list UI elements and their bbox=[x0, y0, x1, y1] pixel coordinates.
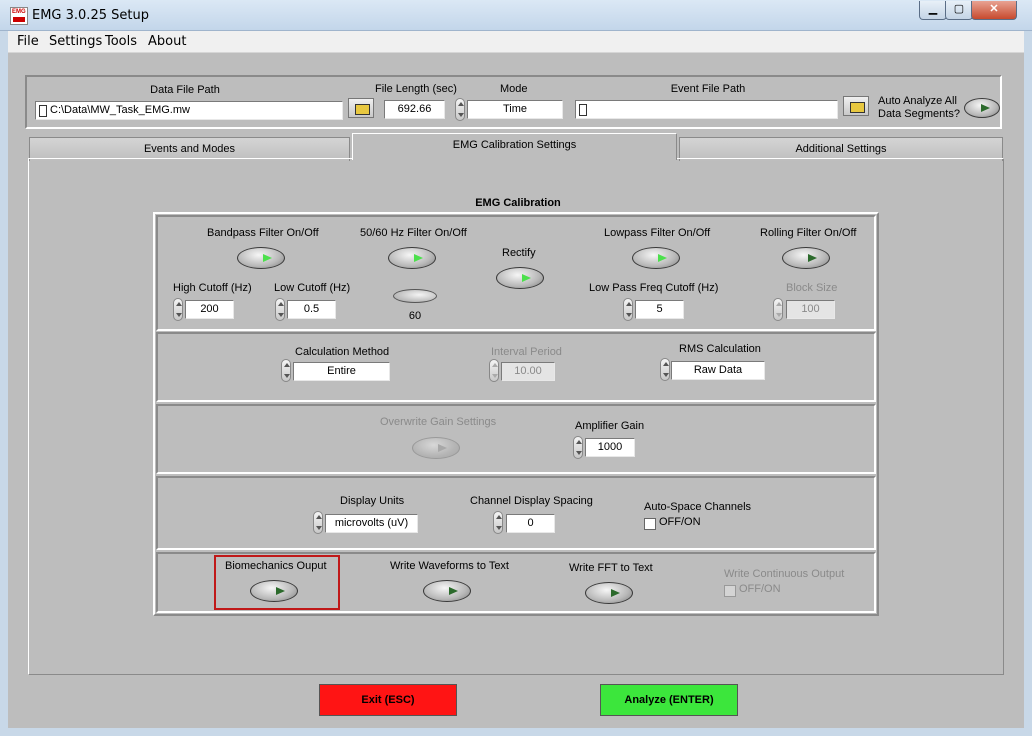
mode-spinner[interactable] bbox=[455, 98, 465, 121]
block-size-input: 100 bbox=[786, 300, 835, 319]
title-bar: EMG EMG 3.0.25 Setup ▁ ▢ ✕ bbox=[0, 0, 1032, 31]
browse-event-file-folder-icon[interactable] bbox=[843, 96, 869, 116]
event-file-label: Event File Path bbox=[670, 83, 746, 95]
biomechanics-output-label: Biomechanics Ouput bbox=[225, 560, 327, 572]
calc-method-field[interactable]: Entire bbox=[293, 362, 390, 381]
auto-space-checkbox[interactable] bbox=[644, 518, 656, 530]
data-file-path-input[interactable]: C:\Data\MW_Task_EMG.mw bbox=[35, 101, 343, 120]
file-length-label: File Length (sec) bbox=[375, 83, 457, 95]
notch-filter-label: 50/60 Hz Filter On/Off bbox=[360, 227, 467, 239]
overwrite-gain-toggle bbox=[412, 437, 460, 459]
calc-method-label: Calculation Method bbox=[295, 346, 390, 358]
notch-filter-toggle[interactable] bbox=[388, 247, 436, 269]
menu-file[interactable]: File bbox=[17, 34, 39, 49]
interval-period-spinner bbox=[489, 359, 499, 382]
menu-tools[interactable]: Tools bbox=[105, 34, 137, 49]
channel-spacing-label: Channel Display Spacing bbox=[470, 495, 593, 507]
file-length-field: 692.66 bbox=[384, 100, 445, 119]
low-cutoff-input[interactable]: 0.5 bbox=[287, 300, 336, 319]
high-cutoff-input[interactable]: 200 bbox=[185, 300, 234, 319]
interval-period-label: Interval Period bbox=[491, 346, 562, 358]
bandpass-label: Bandpass Filter On/Off bbox=[207, 227, 319, 239]
notch-frequency-switch[interactable] bbox=[393, 289, 437, 303]
overwrite-gain-label: Overwrite Gain Settings bbox=[380, 416, 497, 428]
display-units-field[interactable]: microvolts (uV) bbox=[325, 514, 418, 533]
bandpass-toggle[interactable] bbox=[237, 247, 285, 269]
display-units-label: Display Units bbox=[340, 495, 405, 507]
write-continuous-label: Write Continuous Output bbox=[724, 568, 845, 580]
channel-spacing-spinner[interactable] bbox=[493, 511, 503, 534]
notch-frequency-value: 60 bbox=[408, 310, 422, 322]
auto-space-checkbox-label: OFF/ON bbox=[659, 516, 701, 528]
menu-settings[interactable]: Settings bbox=[49, 34, 102, 49]
path-icon bbox=[579, 104, 587, 116]
low-cutoff-spinner[interactable] bbox=[275, 298, 285, 321]
low-cutoff-label: Low Cutoff (Hz) bbox=[274, 282, 351, 294]
rectify-toggle[interactable] bbox=[496, 267, 544, 289]
mode-field[interactable]: Time bbox=[467, 100, 563, 119]
maximize-button[interactable]: ▢ bbox=[945, 1, 973, 20]
rolling-filter-label: Rolling Filter On/Off bbox=[760, 227, 857, 239]
auto-analyze-toggle[interactable] bbox=[964, 98, 1000, 118]
rms-calculation-field[interactable]: Raw Data bbox=[671, 361, 765, 380]
interval-period-input: 10.00 bbox=[501, 362, 555, 381]
event-file-path-input[interactable] bbox=[575, 100, 838, 119]
rms-calculation-label: RMS Calculation bbox=[679, 343, 761, 355]
lowpass-cutoff-input[interactable]: 5 bbox=[635, 300, 684, 319]
write-waveforms-toggle[interactable] bbox=[423, 580, 471, 602]
lowpass-cutoff-spinner[interactable] bbox=[623, 298, 633, 321]
analyze-button[interactable]: Analyze (ENTER) bbox=[600, 684, 738, 716]
app-icon: EMG bbox=[10, 7, 28, 25]
block-size-label: Block Size bbox=[786, 282, 838, 294]
display-section bbox=[156, 476, 876, 550]
mode-label: Mode bbox=[500, 83, 528, 95]
channel-spacing-input[interactable]: 0 bbox=[506, 514, 555, 533]
browse-data-file-folder-icon[interactable] bbox=[348, 98, 374, 118]
minimize-button[interactable]: ▁ bbox=[919, 1, 947, 20]
write-waveforms-label: Write Waveforms to Text bbox=[390, 560, 509, 572]
write-fft-label: Write FFT to Text bbox=[569, 562, 653, 574]
calc-method-spinner[interactable] bbox=[281, 359, 291, 382]
amplifier-gain-spinner[interactable] bbox=[573, 436, 583, 459]
block-size-spinner bbox=[773, 298, 783, 321]
write-continuous-checkbox bbox=[724, 585, 736, 597]
write-continuous-checkbox-label: OFF/ON bbox=[739, 583, 781, 595]
display-units-spinner[interactable] bbox=[313, 511, 323, 534]
data-file-path-value: C:\Data\MW_Task_EMG.mw bbox=[50, 104, 190, 116]
auto-analyze-label-line2: Data Segments? bbox=[878, 108, 960, 120]
window-title: EMG 3.0.25 Setup bbox=[32, 8, 149, 23]
emg-calibration-heading: EMG Calibration bbox=[475, 197, 561, 209]
lowpass-toggle[interactable] bbox=[632, 247, 680, 269]
exit-button[interactable]: Exit (ESC) bbox=[319, 684, 457, 716]
biomechanics-output-toggle[interactable] bbox=[250, 580, 298, 602]
high-cutoff-spinner[interactable] bbox=[173, 298, 183, 321]
gain-section bbox=[156, 404, 876, 474]
path-icon bbox=[39, 105, 47, 117]
menu-about[interactable]: About bbox=[148, 34, 186, 49]
menu-bar: File Settings Tools About bbox=[8, 31, 1024, 53]
high-cutoff-label: High Cutoff (Hz) bbox=[173, 282, 252, 294]
auto-space-label: Auto-Space Channels bbox=[644, 501, 752, 513]
lowpass-cutoff-label: Low Pass Freq Cutoff (Hz) bbox=[589, 282, 719, 294]
write-fft-toggle[interactable] bbox=[585, 582, 633, 604]
rectify-label: Rectify bbox=[502, 247, 536, 259]
auto-analyze-label-line1: Auto Analyze All bbox=[878, 95, 957, 107]
rms-calculation-spinner[interactable] bbox=[660, 358, 670, 381]
rolling-filter-toggle[interactable] bbox=[782, 247, 830, 269]
tab-emg-calibration-settings[interactable]: EMG Calibration Settings bbox=[352, 133, 677, 160]
close-button[interactable]: ✕ bbox=[971, 1, 1017, 20]
data-file-label: Data File Path bbox=[150, 84, 220, 96]
amplifier-gain-label: Amplifier Gain bbox=[575, 420, 645, 432]
lowpass-label: Lowpass Filter On/Off bbox=[604, 227, 711, 239]
amplifier-gain-input[interactable]: 1000 bbox=[585, 438, 635, 457]
